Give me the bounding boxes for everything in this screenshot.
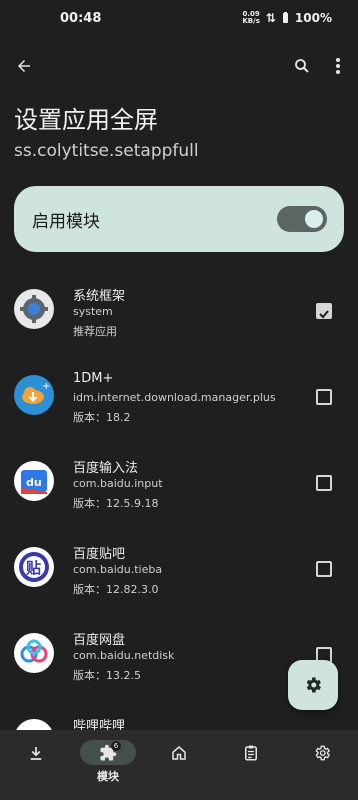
nav-settings-pill [294, 740, 350, 766]
gear-icon [306, 677, 321, 693]
status-icons: 0.09 KB/s ⇅ 100% [242, 11, 332, 26]
status-time: 00:48 [60, 11, 102, 26]
back-button[interactable] [8, 50, 40, 82]
app-name: 系统框架 [73, 289, 126, 304]
svg-text:贴: 贴 [26, 559, 41, 577]
nav-home-pill [151, 740, 207, 766]
app-package: com.baidu.input [73, 477, 163, 490]
battery-icon [282, 12, 288, 23]
du-keyboard-icon: du [14, 461, 54, 501]
app-checkbox[interactable] [316, 475, 332, 491]
switch-knob [305, 210, 323, 228]
module-package-name: ss.colytitse.setappfull [14, 141, 199, 161]
cloud-download-icon: + [14, 375, 54, 415]
app-list: 系统框架 system 推荐应用 + 1DM+ idm.internet.dow… [0, 275, 358, 791]
list-item[interactable]: du 百度输入法 com.baidu.input 版本：12.5.9.18 [0, 447, 358, 533]
app-version: 版本：12.82.3.0 [73, 583, 159, 596]
netdisk-icon [14, 633, 54, 673]
app-checkbox[interactable] [316, 389, 332, 405]
more-vert-icon [336, 58, 340, 74]
list-item[interactable]: + 1DM+ idm.internet.download.manager.plu… [0, 361, 358, 447]
app-name: 百度网盘 [73, 633, 126, 648]
page-title: 设置应用全屏 [14, 106, 158, 134]
nav-download-pill [8, 740, 64, 766]
app-name: 1DM+ [73, 371, 114, 386]
nav-logs[interactable] [221, 740, 281, 784]
network-arrows-icon: ⇅ [265, 11, 276, 25]
nav-modules-pill: 6 [80, 740, 136, 765]
svg-text:du: du [26, 476, 42, 489]
app-name: 百度输入法 [73, 461, 139, 476]
search-button[interactable] [286, 50, 318, 82]
enable-module-card[interactable]: 启用模块 [14, 186, 344, 252]
enable-module-label: 启用模块 [32, 212, 100, 232]
app-version: 版本：12.5.9.18 [73, 497, 159, 510]
nav-logs-pill [223, 740, 279, 766]
tieba-icon: 贴 [14, 547, 54, 587]
app-version: 版本：13.2.5 [73, 669, 141, 682]
check-icon [319, 310, 329, 319]
clipboard-icon [245, 745, 257, 761]
modules-badge: 6 [111, 741, 121, 751]
network-speed: 0.09 KB/s [242, 11, 259, 25]
battery-level: 100% [294, 11, 332, 25]
app-recommended-label: 推荐应用 [73, 325, 117, 338]
app-name: 百度贴吧 [73, 547, 126, 562]
app-version: 版本：18.2 [73, 411, 131, 424]
top-app-bar [0, 46, 358, 86]
download-icon [30, 747, 42, 760]
nav-settings[interactable] [292, 740, 352, 784]
android-system-icon [14, 289, 54, 329]
arrow-back-icon [18, 60, 30, 72]
more-options-button[interactable] [324, 50, 352, 82]
enable-module-switch[interactable] [277, 206, 327, 232]
status-bar: 00:48 0.09 KB/s ⇅ 100% [0, 0, 358, 38]
nav-modules[interactable]: 6 模块 [78, 740, 138, 784]
app-package: system [73, 305, 113, 318]
nav-modules-label: 模块 [97, 770, 119, 783]
settings-fab[interactable] [288, 660, 338, 710]
home-icon [172, 746, 186, 760]
nav-home[interactable] [149, 740, 209, 784]
list-item[interactable]: 系统框架 system 推荐应用 [0, 275, 358, 361]
app-checkbox[interactable] [316, 303, 332, 319]
app-package: com.baidu.tieba [73, 563, 163, 576]
app-checkbox[interactable] [316, 561, 332, 577]
network-speed-unit: KB/s [242, 17, 260, 25]
svg-text:+: + [42, 381, 50, 392]
bottom-navigation: 6 模块 [0, 730, 358, 800]
list-item[interactable]: 贴 百度贴吧 com.baidu.tieba 版本：12.82.3.0 [0, 533, 358, 619]
app-package: idm.internet.download.manager.plus [73, 391, 276, 404]
app-package: com.baidu.netdisk [73, 649, 175, 662]
search-icon [295, 59, 309, 73]
settings-icon [315, 745, 331, 761]
nav-download[interactable] [6, 740, 66, 784]
